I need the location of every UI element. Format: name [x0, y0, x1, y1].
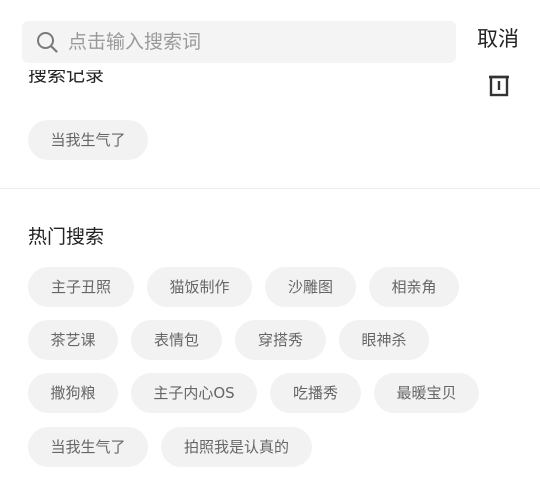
search-header: 取消	[0, 0, 540, 70]
hot-tag[interactable]: 相亲角	[369, 267, 459, 307]
hot-tag[interactable]: 拍照我是认真的	[161, 427, 312, 467]
search-input[interactable]	[68, 31, 418, 53]
hot-tag[interactable]: 撒狗粮	[28, 373, 118, 413]
hot-tag[interactable]: 眼神杀	[339, 320, 429, 360]
hot-tag[interactable]: 最暖宝贝	[374, 373, 479, 413]
history-tag[interactable]: 当我生气了	[28, 120, 148, 160]
section-divider	[0, 188, 540, 189]
search-page: 取消 搜索记录 当我生气了 热门搜索 主子丑照 猫饭制作 沙雕图 相亲角 茶艺课…	[0, 0, 540, 480]
hot-search-title: 热门搜索	[28, 226, 105, 248]
hot-tag[interactable]: 表情包	[131, 320, 222, 360]
search-box[interactable]	[22, 21, 456, 63]
hot-tag[interactable]: 穿搭秀	[235, 320, 326, 360]
hot-tag[interactable]: 主子丑照	[28, 267, 134, 307]
hot-tag[interactable]: 茶艺课	[28, 320, 118, 360]
hot-tag[interactable]: 吃播秀	[270, 373, 361, 413]
hot-tag[interactable]: 主子内心OS	[131, 373, 257, 413]
hot-tag[interactable]: 当我生气了	[28, 427, 148, 467]
trash-icon[interactable]	[488, 70, 510, 98]
search-icon	[36, 31, 58, 53]
hot-tag[interactable]: 沙雕图	[265, 267, 356, 307]
cancel-button[interactable]: 取消	[477, 29, 519, 50]
hot-tag[interactable]: 猫饭制作	[147, 267, 252, 307]
